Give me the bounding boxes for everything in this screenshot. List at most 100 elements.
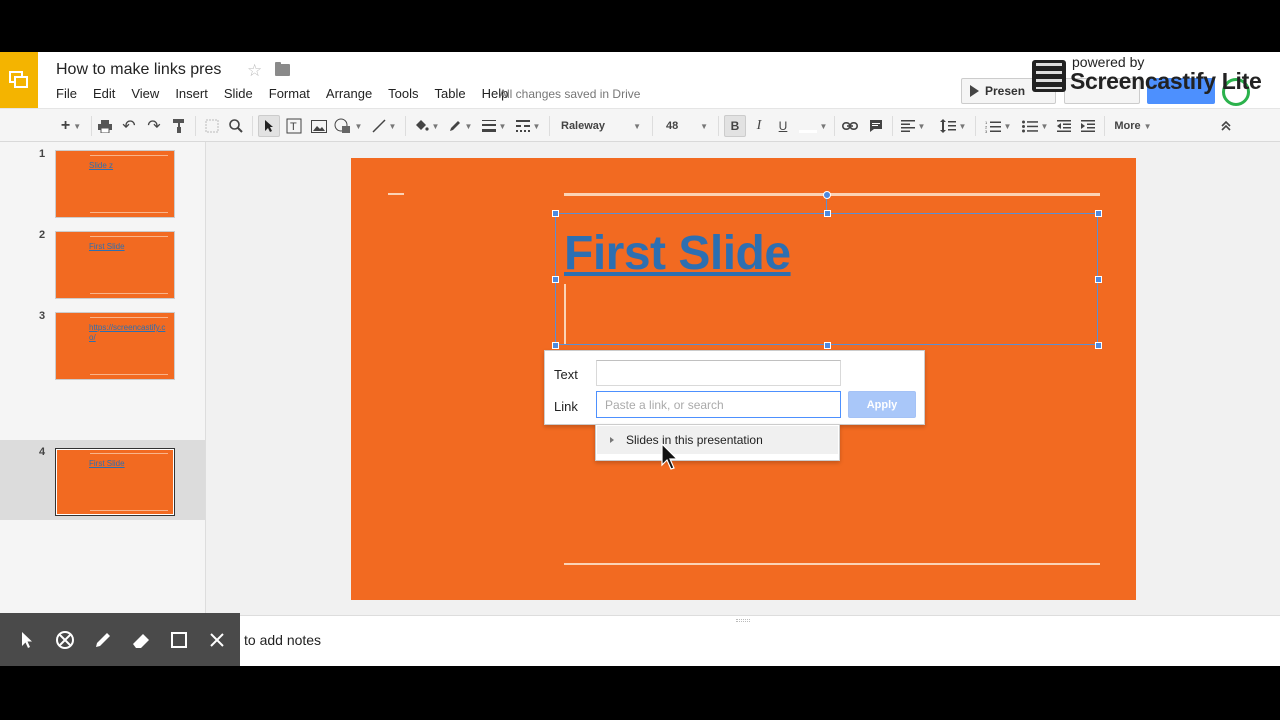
slide-thumbnail-1[interactable]: 1 Slide z [0, 142, 205, 222]
resize-handle-s[interactable] [824, 342, 831, 349]
annotation-close-button[interactable] [204, 627, 230, 653]
screencastify-annotation-toolbar [0, 613, 240, 666]
text-color-swatch [798, 129, 817, 133]
slide-number: 1 [39, 148, 46, 160]
collapse-menus-button[interactable] [1216, 115, 1236, 137]
menu-slide[interactable]: Slide [216, 86, 261, 101]
slide-thumbnail-2[interactable]: 2 First Slide [0, 223, 205, 303]
star-icon[interactable]: ☆ [247, 61, 262, 81]
svg-text:3: 3 [985, 129, 988, 133]
notes-resize-grip[interactable] [736, 619, 750, 622]
text-caret [564, 284, 566, 344]
thumb-decor-line [90, 374, 168, 375]
chevron-down-icon: ▼ [532, 121, 541, 131]
link-icon [842, 121, 858, 131]
new-slide-button[interactable]: + ▼ [56, 115, 86, 137]
menu-file[interactable]: File [48, 86, 85, 101]
more-menu[interactable]: More ▼ [1106, 115, 1160, 137]
notes-placeholder: to add notes [244, 632, 322, 648]
menu-insert[interactable]: Insert [167, 86, 216, 101]
slides-logo[interactable] [0, 52, 38, 108]
line-dash-icon [515, 120, 530, 132]
align-button[interactable]: ▼ [897, 115, 929, 137]
resize-handle-n[interactable] [824, 210, 831, 217]
slide-thumbnail-3[interactable]: 3 https://screencastify.co/ [0, 304, 205, 384]
numbered-list-button[interactable]: 1 2 3 ▼ [981, 115, 1015, 137]
folder-icon[interactable] [275, 62, 290, 76]
menu-tools[interactable]: Tools [380, 86, 426, 101]
resize-handle-se[interactable] [1095, 342, 1102, 349]
print-button[interactable] [95, 115, 115, 137]
slide-preview[interactable]: Slide z [55, 150, 175, 218]
resize-handle-sw[interactable] [552, 342, 559, 349]
svg-text:T: T [290, 121, 297, 133]
rotate-handle[interactable] [823, 191, 831, 199]
slide-title: First Slide [89, 459, 125, 468]
bold-button[interactable]: B [724, 115, 746, 137]
text-box-button[interactable]: T [284, 115, 304, 137]
undo-button[interactable]: ↶ [119, 115, 139, 137]
annotation-cursor-button[interactable] [14, 627, 40, 653]
zoom-fit-button[interactable] [202, 115, 222, 137]
italic-button[interactable]: I [749, 115, 769, 137]
zoom-button[interactable] [226, 115, 246, 137]
resize-handle-w[interactable] [552, 276, 559, 283]
insert-comment-button[interactable] [866, 115, 886, 137]
font-size-select[interactable]: 48 ▼ [660, 115, 712, 137]
apply-button[interactable]: Apply [848, 391, 916, 418]
paint-format-button[interactable] [169, 115, 189, 137]
insert-image-button[interactable] [309, 115, 329, 137]
app-header: How to make links pres ☆ File Edit View … [0, 52, 1280, 108]
border-weight-button[interactable]: ▼ [479, 115, 509, 137]
link-text-input[interactable] [596, 360, 841, 386]
screencastify-watermark: powered by Screencastify Lite [1030, 54, 1280, 96]
slide-preview[interactable]: https://screencastify.co/ [55, 312, 175, 380]
annotation-eraser-button[interactable] [128, 627, 154, 653]
slide-filmstrip: 1 Slide z 2 First Slide 3 https://screen… [0, 142, 206, 666]
menu-view[interactable]: View [123, 86, 167, 101]
menu-edit[interactable]: Edit [85, 86, 123, 101]
select-tool-button[interactable] [258, 115, 280, 137]
line-spacing-button[interactable]: ▼ [937, 115, 969, 137]
suggestion-slides-in-presentation[interactable]: Slides in this presentation [597, 426, 838, 454]
text-color-button[interactable]: ▼ [797, 115, 829, 137]
fill-color-button[interactable]: ▼ [411, 115, 441, 137]
toolbar-divider [549, 116, 550, 136]
chevron-down-icon: ▼ [819, 121, 828, 131]
document-title[interactable]: How to make links pres [56, 61, 221, 79]
decrease-indent-button[interactable] [1054, 115, 1074, 137]
slide-decor-line-top [564, 193, 1100, 196]
menu-format[interactable]: Format [261, 86, 318, 101]
menu-arrange[interactable]: Arrange [318, 86, 380, 101]
menu-table[interactable]: Table [427, 86, 474, 101]
toolbar-divider [834, 116, 835, 136]
toolbar-divider [195, 116, 196, 136]
insert-link-button[interactable] [840, 115, 860, 137]
font-family-value: Raleway [561, 120, 606, 132]
thumb-decor-line [90, 510, 168, 511]
resize-handle-ne[interactable] [1095, 210, 1102, 217]
border-dash-button[interactable]: ▼ [513, 115, 543, 137]
shape-button[interactable]: ▼ [333, 115, 363, 137]
title-text-box[interactable]: First Slide [552, 210, 1102, 349]
slide-title-link[interactable]: First Slide [564, 226, 791, 281]
link-url-input[interactable] [596, 391, 841, 418]
font-family-select[interactable]: Raleway ▼ [555, 115, 647, 137]
annotation-spotlight-button[interactable] [52, 627, 78, 653]
redo-button[interactable]: ↷ [144, 115, 164, 137]
line-button[interactable]: ▼ [368, 115, 400, 137]
annotation-pen-button[interactable] [90, 627, 116, 653]
underline-button[interactable]: U [773, 115, 793, 137]
slide-preview[interactable]: First Slide [55, 231, 175, 299]
increase-indent-button[interactable] [1078, 115, 1098, 137]
slide-preview[interactable]: First Slide [55, 448, 175, 516]
border-color-button[interactable]: ▼ [445, 115, 475, 137]
slide-thumbnail-4[interactable]: 4 First Slide [0, 440, 205, 520]
bulleted-list-button[interactable]: ▼ [1018, 115, 1052, 137]
resize-handle-e[interactable] [1095, 276, 1102, 283]
annotation-rectangle-button[interactable] [166, 627, 192, 653]
resize-handle-nw[interactable] [552, 210, 559, 217]
chevron-down-icon: ▼ [1003, 121, 1012, 131]
cursor-icon [22, 631, 32, 648]
slide-title: Slide z [89, 161, 114, 170]
